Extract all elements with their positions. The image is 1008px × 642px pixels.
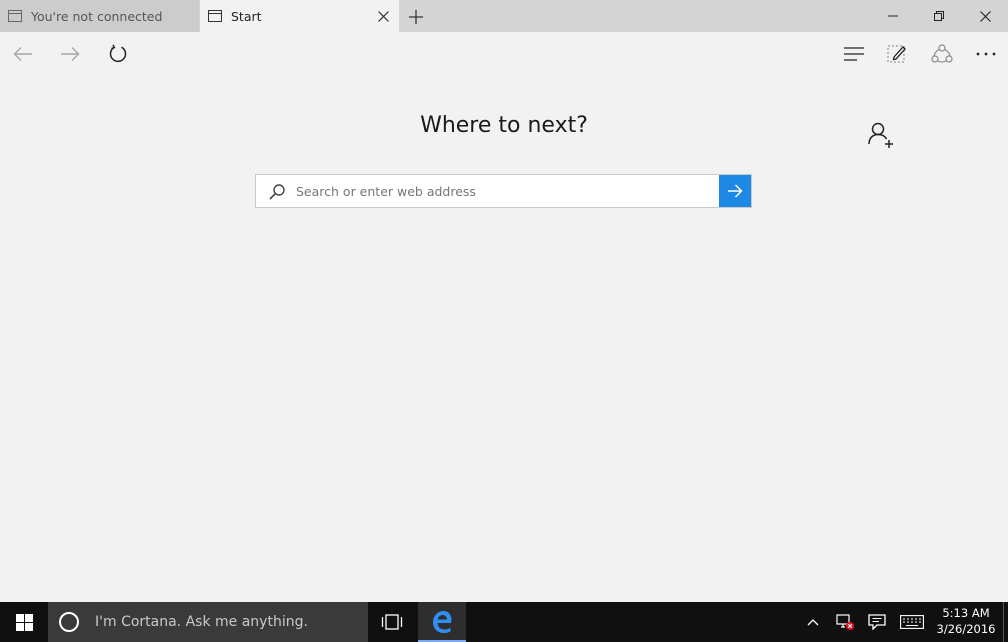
notification-icon (868, 614, 886, 630)
touch-keyboard-button[interactable] (897, 602, 927, 642)
tab-not-connected[interactable]: You're not connected (0, 0, 199, 32)
minimize-button[interactable] (870, 0, 916, 32)
share-icon (931, 44, 953, 63)
start-button[interactable] (0, 602, 48, 642)
taskbar: I'm Cortana. Ask me anything. 5:13 AM 3/… (0, 602, 1008, 642)
close-icon (979, 10, 991, 22)
close-icon[interactable] (375, 8, 391, 24)
clock-date: 3/26/2016 (936, 622, 996, 636)
show-hidden-icons-button[interactable] (802, 602, 824, 642)
add-person-icon (868, 122, 893, 148)
chevron-up-icon (807, 619, 819, 626)
tab-page-icon (8, 9, 22, 23)
share-button[interactable] (928, 40, 956, 68)
restore-icon (934, 11, 944, 21)
web-note-icon (887, 45, 906, 63)
tab-bar: You're not connected Start (0, 0, 1008, 32)
network-disconnected-icon (836, 614, 854, 630)
add-person-button[interactable] (866, 120, 896, 150)
cortana-placeholder: I'm Cortana. Ask me anything. (95, 614, 308, 630)
plus-icon (409, 10, 423, 24)
tab-page-icon (208, 9, 222, 23)
more-icon (976, 52, 996, 56)
arrow-left-icon (13, 47, 32, 61)
back-button[interactable] (9, 40, 37, 68)
show-desktop-button[interactable] (1003, 602, 1008, 642)
page-title: Where to next? (420, 113, 588, 138)
arrow-right-icon (728, 184, 743, 198)
forward-button[interactable] (56, 40, 84, 68)
go-button[interactable] (719, 175, 751, 207)
web-note-button[interactable] (883, 40, 911, 68)
new-tab-button[interactable] (405, 6, 427, 28)
hub-button[interactable] (840, 40, 868, 68)
address-search-input[interactable] (296, 175, 716, 207)
task-view-button[interactable] (369, 602, 415, 642)
windows-logo-icon (15, 613, 33, 631)
network-status-button[interactable] (832, 602, 858, 642)
edge-taskbar-button[interactable] (418, 602, 466, 642)
arrow-right-icon (61, 47, 80, 61)
task-view-icon (381, 614, 403, 630)
tab-label: You're not connected (31, 8, 163, 24)
more-button[interactable] (972, 40, 1000, 68)
refresh-icon (109, 44, 127, 63)
navigation-bar (0, 32, 1008, 76)
action-center-button[interactable] (864, 602, 890, 642)
minimize-icon (888, 15, 898, 17)
restore-button[interactable] (916, 0, 962, 32)
tab-start[interactable]: Start (200, 0, 399, 32)
refresh-button[interactable] (104, 40, 132, 68)
system-clock[interactable]: 5:13 AM 3/26/2016 (930, 605, 1002, 639)
cortana-search-box[interactable]: I'm Cortana. Ask me anything. (48, 602, 368, 642)
clock-time: 5:13 AM (942, 606, 990, 620)
cortana-icon (59, 612, 79, 632)
search-icon (268, 183, 286, 201)
edge-logo-icon (433, 611, 452, 633)
tab-label: Start (231, 8, 262, 24)
hub-icon (844, 47, 864, 61)
window-close-button[interactable] (962, 0, 1008, 32)
keyboard-icon (900, 615, 924, 629)
search-box[interactable] (255, 174, 752, 208)
